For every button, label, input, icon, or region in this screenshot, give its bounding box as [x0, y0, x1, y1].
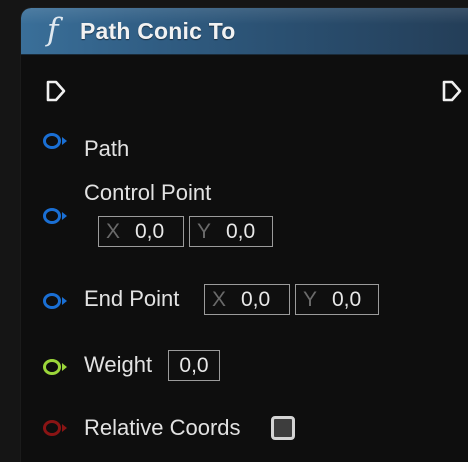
control-point-y-field[interactable]: Y 0,0 [189, 216, 273, 247]
weight-label: Weight [84, 352, 153, 377]
y-axis-label: Y [303, 287, 318, 311]
x-axis-label: X [212, 287, 227, 311]
control-point-x-field[interactable]: X 0,0 [98, 216, 184, 247]
end-point-x-field[interactable]: X 0,0 [204, 284, 290, 315]
weight-field[interactable]: 0,0 [168, 350, 220, 381]
control-point-label: Control Point [84, 180, 212, 205]
bool-pin-icon[interactable] [42, 419, 70, 437]
path-label: Path [84, 136, 130, 161]
node-header[interactable]: f Path Conic To [21, 8, 468, 55]
vector-pin-icon[interactable] [42, 292, 70, 310]
vector-pin-icon[interactable] [42, 207, 70, 225]
control-point-y-value: 0,0 [226, 219, 256, 243]
graph-canvas: f Path Conic To Path Control Point X 0,0… [0, 0, 468, 462]
end-point-label: End Point [84, 286, 180, 311]
exec-in-pin-icon[interactable] [45, 79, 67, 103]
end-point-y-value: 0,0 [332, 287, 362, 311]
vector-pin-icon[interactable] [42, 132, 70, 150]
relative-coords-checkbox[interactable] [271, 416, 295, 440]
end-point-y-field[interactable]: Y 0,0 [295, 284, 379, 315]
end-point-x-value: 0,0 [241, 287, 271, 311]
blueprint-node[interactable]: f Path Conic To Path Control Point X 0,0… [21, 8, 468, 462]
function-icon: f [47, 12, 59, 48]
float-pin-icon[interactable] [42, 358, 70, 376]
y-axis-label: Y [197, 219, 212, 243]
x-axis-label: X [106, 219, 121, 243]
control-point-x-value: 0,0 [135, 219, 165, 243]
relative-coords-label: Relative Coords [84, 415, 241, 440]
exec-out-pin-icon[interactable] [441, 79, 463, 103]
node-title: Path Conic To [80, 18, 236, 44]
